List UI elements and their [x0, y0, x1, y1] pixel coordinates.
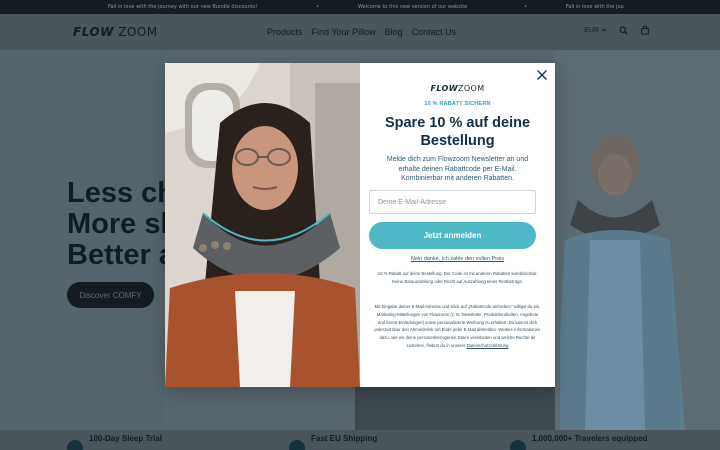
usp-item: Fast EU Shipping — [289, 434, 377, 450]
newsletter-modal: FLOWZOOM 10 % RABATT SICHERN Spare 10 % … — [165, 63, 555, 387]
modal-photo — [165, 63, 360, 387]
announcement-message-3: Fall in love with the jou — [566, 4, 624, 10]
modal-logo-flow: FLOW — [430, 84, 458, 93]
announcement-divider: • — [524, 4, 527, 10]
header-actions: EUR — [584, 25, 650, 35]
usp-text: 100-Day Sleep Trial — [89, 434, 162, 443]
hero-title-line: Better a — [67, 239, 167, 271]
logo-flow-text: FLOW — [73, 25, 114, 39]
hero-title-line: More sl — [67, 208, 167, 240]
moon-icon — [67, 440, 83, 450]
hero-person-image — [560, 135, 685, 430]
main-nav: Products Find Your Pillow Blog Contact U… — [267, 27, 456, 37]
usp-text: 1,000,000+ Travelers equipped — [532, 434, 648, 443]
modal-description: Melde dich zum Flowzoom Newsletter an un… — [386, 156, 529, 182]
currency-label: EUR — [584, 26, 599, 34]
usp-text: Fast EU Shipping — [311, 434, 378, 443]
usp-strip: 100-Day Sleep Trial Fast EU Shipping 1,0… — [0, 430, 720, 450]
search-icon[interactable] — [619, 26, 628, 35]
announcement-message-2: Welcome to this new version of our websi… — [358, 4, 468, 10]
nav-item-products[interactable]: Products — [267, 27, 303, 37]
modal-logo-zoom: ZOOM — [457, 84, 485, 93]
fine-print-consent-text: Mit Eingabe deiner E-Mail-Adresse und Kl… — [374, 304, 541, 348]
nav-item-blog[interactable]: Blog — [385, 27, 403, 37]
logo-zoom-text: ZOOM — [118, 25, 158, 39]
nav-item-find-your-pillow[interactable]: Find Your Pillow — [312, 27, 376, 37]
usp-item: 100-Day Sleep Trial — [67, 434, 162, 450]
email-field[interactable] — [369, 190, 536, 214]
modal-logo: FLOWZOOM — [360, 84, 555, 93]
truck-icon — [289, 440, 305, 450]
announcement-divider: • — [316, 4, 319, 10]
discover-comfy-button[interactable]: Discover COMFY — [67, 282, 154, 308]
hero-title-line: Less ch — [67, 178, 167, 209]
modal-title: Spare 10 % auf deine Bestellung — [384, 115, 531, 149]
modal-content: FLOWZOOM 10 % RABATT SICHERN Spare 10 % … — [360, 63, 555, 387]
site-logo[interactable]: FLOW ZOOM — [73, 25, 158, 39]
close-icon[interactable] — [536, 69, 548, 81]
privacy-policy-link[interactable]: Datenschutzerklärung — [467, 343, 509, 348]
announcement-bar: Fall in love with the journey with our n… — [0, 0, 720, 14]
traveler-with-neck-pillow-image — [165, 63, 360, 387]
fine-print-discount: 10 % Rabatt auf deine Bestellung. Der Co… — [377, 271, 538, 284]
subscribe-button[interactable]: Jetzt anmelden — [369, 222, 536, 249]
cart-icon[interactable] — [640, 25, 650, 35]
hero-title: Less ch More sl Better a — [67, 178, 167, 271]
site-header: FLOW ZOOM Products Find Your Pillow Blog… — [0, 14, 720, 50]
announcement-message-1: Fall in love with the journey with our n… — [108, 4, 258, 10]
modal-eyebrow: 10 % RABATT SICHERN — [424, 101, 491, 107]
usp-item: 1,000,000+ Travelers equipped — [510, 434, 647, 450]
globe-icon — [510, 440, 526, 450]
fine-print-consent: Mit Eingabe deiner E-Mail-Adresse und Kl… — [373, 303, 542, 350]
currency-selector[interactable]: EUR — [584, 27, 607, 34]
nav-item-contact-us[interactable]: Contact Us — [412, 27, 457, 37]
chevron-down-icon — [601, 28, 607, 32]
decline-link[interactable]: Nein danke, ich zahle den vollen Preis — [360, 256, 555, 262]
